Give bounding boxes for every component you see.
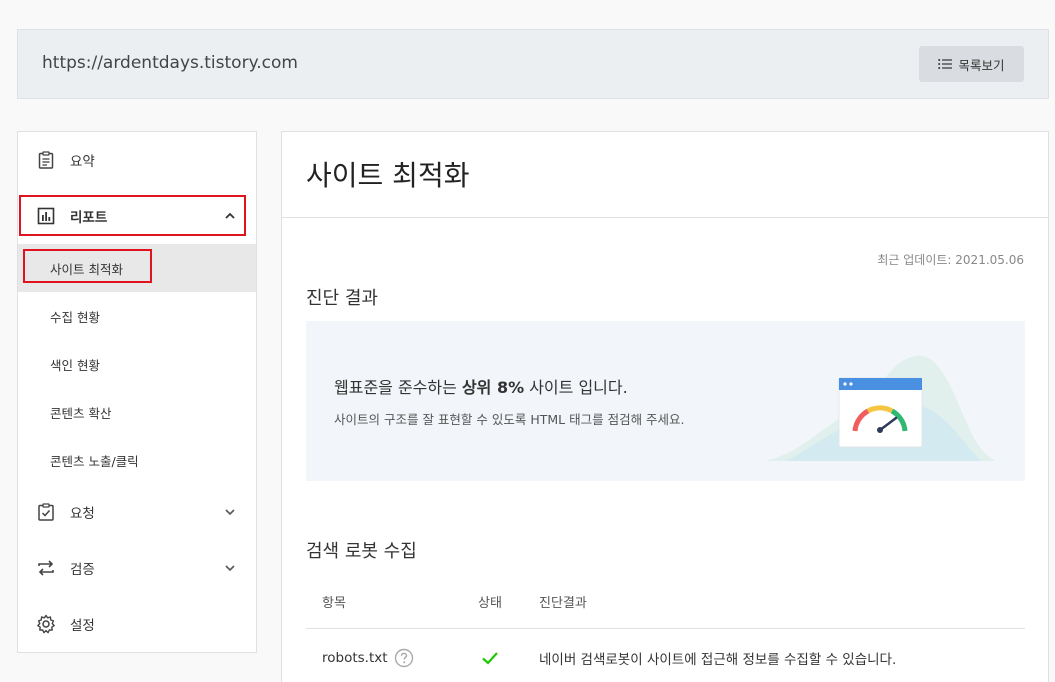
page-title: 사이트 최적화 xyxy=(306,159,470,192)
sidebar-item-label: 요청 xyxy=(70,506,95,522)
sidebar-item-settings[interactable]: 설정 xyxy=(18,596,256,652)
robots-item-label: robots.txt xyxy=(322,650,388,666)
arrows-swap-icon xyxy=(36,558,56,578)
diagnosis-message-prefix: 웹표준을 준수하는 xyxy=(334,378,462,397)
sidebar-subitem-label: 수집 현황 xyxy=(50,309,100,325)
sidebar-subitem-label: 색인 현황 xyxy=(50,357,100,373)
site-url: https://ardentdays.tistory.com xyxy=(42,53,298,73)
clipboard-icon xyxy=(36,150,56,170)
sidebar-subitem-label: 콘텐츠 확산 xyxy=(50,405,112,421)
robots-result-cell: 네이버 검색로봇이 사이트에 접근해 정보를 수집할 수 있습니다. xyxy=(539,652,897,668)
sidebar-item-label: 요약 xyxy=(70,154,95,170)
sidebar-item-label: 설정 xyxy=(70,618,95,634)
last-updated: 최근 업데이트: 2021.05.06 xyxy=(877,253,1024,267)
sidebar-subitem-content-exposure[interactable]: 콘텐츠 노출/클릭 xyxy=(18,436,256,484)
sidebar-item-summary[interactable]: 요약 xyxy=(18,132,256,188)
sidebar-item-request[interactable]: 요청 xyxy=(18,484,256,540)
main-content: 사이트 최적화 최근 업데이트: 2021.05.06 진단 결과 웹표준을 준… xyxy=(281,131,1049,682)
robots-item-cell: robots.txt xyxy=(322,648,414,668)
highlight-box-site-optimization xyxy=(23,249,152,283)
robot-section-title: 검색 로봇 수집 xyxy=(306,541,417,562)
column-header-status: 상태 xyxy=(478,596,502,611)
diagnosis-rank-highlight: 상위 8% xyxy=(461,378,525,397)
sidebar-item-verify[interactable]: 검증 xyxy=(18,540,256,596)
sidebar-subitem-label: 콘텐츠 노출/클릭 xyxy=(50,453,139,469)
divider xyxy=(306,628,1025,629)
diagnosis-panel: 웹표준을 준수하는 상위 8% 사이트 입니다. 사이트의 구조를 잘 표현할 … xyxy=(306,321,1025,481)
sidebar-nav: 요약 리포트 사이트 최적화 수집 현황 색인 현황 콘텐츠 확산 콘텐츠 노출… xyxy=(17,131,257,653)
diagnosis-section-title: 진단 결과 xyxy=(306,288,378,309)
chevron-down-icon xyxy=(225,565,235,572)
site-url-bar: https://ardentdays.tistory.com 목록보기 xyxy=(17,29,1049,99)
list-view-label: 목록보기 xyxy=(958,57,1005,73)
chevron-down-icon xyxy=(225,509,235,516)
gear-icon xyxy=(36,614,56,634)
sidebar-subitem-index-status[interactable]: 색인 현황 xyxy=(18,340,256,388)
diagnosis-message-suffix: 사이트 입니다. xyxy=(524,378,628,397)
list-icon xyxy=(938,59,953,69)
list-view-button[interactable]: 목록보기 xyxy=(919,46,1024,82)
clipboard-check-icon xyxy=(36,502,56,522)
robots-status-cell xyxy=(480,648,500,668)
diagnosis-sub-message: 사이트의 구조를 잘 표현할 수 있도록 HTML 태그를 점검해 주세요. xyxy=(334,412,685,427)
question-circle-icon[interactable] xyxy=(394,648,414,668)
highlight-box-report xyxy=(19,195,246,236)
check-icon xyxy=(482,652,498,665)
column-header-item: 항목 xyxy=(322,596,346,611)
divider xyxy=(282,217,1048,218)
sidebar-subitem-content-spread[interactable]: 콘텐츠 확산 xyxy=(18,388,256,436)
sidebar-subitem-crawl-status[interactable]: 수집 현황 xyxy=(18,292,256,340)
sidebar-item-label: 검증 xyxy=(70,562,95,578)
column-header-result: 진단결과 xyxy=(539,596,587,611)
diagnosis-message: 웹표준을 준수하는 상위 8% 사이트 입니다. xyxy=(334,374,628,398)
speedometer-illustration xyxy=(766,355,996,461)
